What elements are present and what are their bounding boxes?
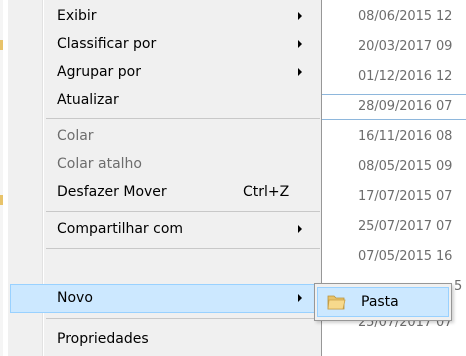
submenu-arrow-icon <box>298 294 302 302</box>
menu-item-shortcut: Ctrl+Z <box>243 184 290 200</box>
file-date: 16/11/2016 08 <box>358 129 453 144</box>
file-date: 25/07/2017 07 <box>358 219 453 234</box>
menu-separator <box>46 318 320 319</box>
left-edge-marker <box>0 40 3 50</box>
menu-item-label: Exibir <box>57 8 97 24</box>
explorer-left-edge <box>0 0 3 356</box>
left-edge-marker <box>0 195 3 205</box>
menu-item-label: Compartilhar com <box>57 221 184 237</box>
file-date: 28/09/2016 07 <box>358 99 453 114</box>
selection-outline-line <box>322 119 466 120</box>
menu-item-desfazer-mover[interactable]: Desfazer Mover Ctrl+Z <box>10 178 320 206</box>
menu-separator <box>46 248 320 249</box>
folder-icon <box>327 295 346 310</box>
menu-item-label: Colar atalho <box>57 156 142 172</box>
menu-item-label: Atualizar <box>57 92 119 108</box>
menu-item-label: Colar <box>57 128 94 144</box>
desktop-stage: 08/06/2015 12 20/03/2017 09 01/12/2016 1… <box>0 0 466 356</box>
file-date: 5 <box>454 279 463 294</box>
submenu-arrow-icon <box>298 225 302 233</box>
menu-item-label: Novo <box>57 290 93 306</box>
menu-item-propriedades[interactable]: Propriedades <box>10 325 320 353</box>
file-date: 07/05/2015 16 <box>358 249 453 264</box>
menu-item-label: Desfazer Mover <box>57 184 167 200</box>
menu-separator <box>46 211 320 212</box>
menu-item-classificar-por[interactable]: Classificar por <box>10 30 320 58</box>
submenu-item-label: Pasta <box>361 294 399 310</box>
file-date: 08/06/2015 12 <box>358 9 453 24</box>
context-menu: Exibir Classificar por Agrupar por Atual… <box>8 0 322 356</box>
menu-item-label: Propriedades <box>57 331 149 347</box>
menu-separator <box>46 118 320 119</box>
submenu-arrow-icon <box>298 12 302 20</box>
menu-item-label: Classificar por <box>57 36 157 52</box>
menu-item-compartilhar-com[interactable]: Compartilhar com <box>10 215 320 243</box>
menu-item-colar-atalho: Colar atalho <box>10 150 320 178</box>
submenu-arrow-icon <box>298 68 302 76</box>
file-date: 20/03/2017 09 <box>358 39 453 54</box>
submenu-arrow-icon <box>298 40 302 48</box>
menu-item-exibir[interactable]: Exibir <box>10 2 320 30</box>
novo-submenu: Pasta <box>314 283 452 321</box>
file-date: 17/07/2015 07 <box>358 189 453 204</box>
menu-item-colar: Colar <box>10 122 320 150</box>
menu-item-agrupar-por[interactable]: Agrupar por <box>10 58 320 86</box>
selection-outline-line <box>322 94 466 95</box>
file-date: 01/12/2016 12 <box>358 69 453 84</box>
menu-item-label: Agrupar por <box>57 64 141 80</box>
submenu-item-pasta[interactable]: Pasta <box>317 287 449 317</box>
menu-item-novo[interactable]: Novo <box>10 284 320 313</box>
menu-item-atualizar[interactable]: Atualizar <box>10 86 320 114</box>
file-date: 08/05/2015 09 <box>358 159 453 174</box>
